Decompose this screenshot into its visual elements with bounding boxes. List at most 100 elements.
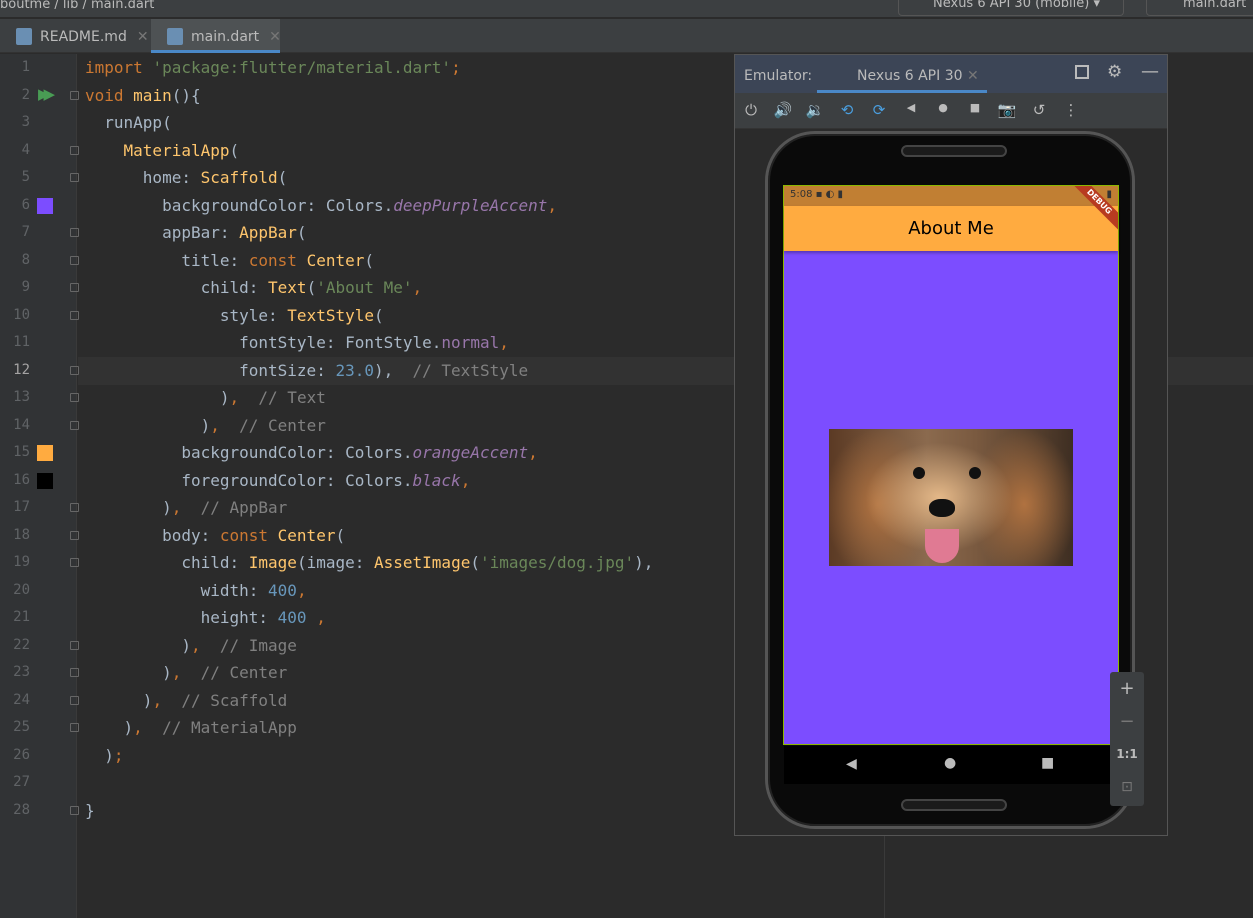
code-token: ) [85, 718, 134, 737]
fold-icon[interactable] [70, 558, 79, 567]
code-token: (){ [171, 85, 201, 105]
code-token: ( [277, 168, 288, 187]
breadcrumb-project[interactable]: boutme [0, 0, 50, 12]
code-token: height: [85, 608, 278, 627]
run-config-selector[interactable]: main.dart [1146, 0, 1253, 16]
code-line: width: 400, [85, 577, 307, 605]
chevron-down-icon: ▾ [1093, 0, 1101, 11]
tab-readme[interactable]: README.md ✕ [0, 19, 150, 53]
rotate-right-icon[interactable]: ⟳ [869, 101, 889, 119]
code-token: // Center [181, 663, 288, 682]
fit-screen-button[interactable]: ⊡ [1110, 771, 1144, 804]
line-number: 24 [13, 691, 30, 708]
volume-up-icon[interactable]: 🔊 [773, 101, 793, 119]
window-mode-icon[interactable] [1075, 65, 1089, 79]
speaker-top [901, 145, 1007, 157]
gear-icon[interactable]: ⚙ [1107, 62, 1122, 82]
power-icon[interactable]: ⏻ [741, 101, 761, 119]
fold-icon[interactable] [70, 255, 79, 265]
code-token: body: [85, 525, 220, 545]
code-token: import [85, 58, 153, 77]
fold-icon[interactable] [70, 90, 79, 100]
back-icon[interactable]: ◀ [846, 756, 857, 772]
run-config-label: main.dart [1183, 0, 1247, 11]
line-number: 4 [21, 141, 30, 158]
minimize-icon[interactable]: — [1141, 61, 1159, 82]
code-token: // Center [219, 415, 326, 435]
code-token: ( [229, 140, 240, 160]
snapshot-icon[interactable]: ↺ [1029, 101, 1049, 119]
overview-icon[interactable]: ■ [1041, 755, 1054, 771]
close-icon[interactable]: ✕ [137, 29, 149, 45]
fold-icon[interactable] [70, 503, 79, 512]
breadcrumb-lib[interactable]: lib [63, 0, 78, 12]
code-token: child: [85, 278, 269, 297]
fold-icon[interactable] [70, 173, 79, 182]
code-token: width: [85, 580, 269, 600]
fold-icon[interactable] [70, 283, 79, 292]
color-swatch-icon[interactable] [37, 445, 53, 461]
run-icon[interactable]: ▶▶ [38, 85, 55, 103]
code-token: appBar: [85, 223, 240, 242]
line-number: 3 [21, 114, 30, 130]
tab-main-dart[interactable]: main.dart ✕ [151, 19, 281, 53]
color-swatch-icon[interactable] [37, 472, 53, 489]
line-number: 8 [21, 251, 30, 268]
zoom-in-button[interactable]: + [1110, 672, 1144, 705]
code-token: orangeAccent [412, 443, 529, 462]
fold-icon[interactable] [70, 310, 79, 320]
emulator-header: Emulator: Nexus 6 API 30 ✕ ⚙ — [735, 55, 1167, 93]
line-number: 10 [13, 306, 30, 323]
fold-icon[interactable] [70, 668, 79, 677]
dog-tongue [925, 529, 959, 563]
gutter: 1 2 ▶▶ 3 4 5 6 7 8 9 10 11 12 13 14 15 16 17 18 19 20 21 22 23 2… [0, 54, 79, 918]
fold-icon[interactable] [70, 695, 79, 705]
overview-icon[interactable]: ■ [965, 101, 985, 114]
code-token: 400 [277, 608, 307, 627]
code-line: foregroundColor: Colors.black, [85, 467, 470, 495]
fold-icon[interactable] [70, 723, 79, 732]
breadcrumb[interactable]: boutme / lib / main.dart [0, 0, 154, 12]
zoom-actual-size-button[interactable]: 1:1 [1110, 738, 1144, 771]
close-icon[interactable]: ✕ [269, 29, 281, 45]
home-icon[interactable]: ● [933, 101, 953, 114]
zoom-out-button[interactable]: − [1110, 705, 1144, 738]
fold-icon[interactable] [70, 640, 79, 650]
fold-icon[interactable] [70, 393, 79, 402]
fold-icon[interactable] [70, 420, 79, 430]
color-swatch-icon[interactable] [37, 197, 53, 214]
more-icon[interactable]: ⋮ [1061, 101, 1081, 119]
rotate-left-icon[interactable]: ⟲ [837, 101, 857, 119]
fold-icon[interactable] [70, 228, 79, 237]
close-icon[interactable]: ✕ [967, 68, 979, 84]
emulator-panel: Emulator: Nexus 6 API 30 ✕ ⚙ — ⏻ 🔊 🔉 ⟲ ⟳ ◀ ● ■ 📷… [734, 54, 1168, 836]
fold-icon[interactable] [70, 145, 79, 155]
code-token: ( [296, 223, 307, 242]
code-token: ( [470, 553, 480, 572]
volume-down-icon[interactable]: 🔉 [805, 101, 825, 119]
code-token: ( [306, 278, 317, 297]
device-selector[interactable]: Nexus 6 API 30 (mobile) ▾ [898, 0, 1124, 16]
code-line: void main(){ [85, 82, 201, 110]
code-token: home: [85, 168, 201, 187]
fold-icon[interactable] [70, 365, 79, 375]
code-token: ) [85, 498, 172, 517]
fold-icon[interactable] [70, 805, 79, 815]
screenshot-icon[interactable]: 📷 [997, 101, 1017, 119]
code-line: backgroundColor: Colors.deepPurpleAccent… [85, 192, 557, 220]
code-line: child: Image(image: AssetImage('images/d… [85, 549, 653, 577]
fold-icon[interactable] [70, 530, 79, 540]
code-line: fontStyle: FontStyle.normal, [85, 329, 509, 357]
breadcrumb-file[interactable]: main.dart [91, 0, 154, 12]
back-icon[interactable]: ◀ [901, 101, 921, 114]
code-line: ), // Image [85, 632, 297, 660]
code-token: ; [451, 58, 461, 77]
home-icon[interactable]: ● [944, 755, 956, 771]
code-token: 'images/dog.jpg' [479, 553, 635, 572]
code-token: AssetImage [374, 553, 471, 572]
code-token: title: [85, 250, 249, 270]
device-screen[interactable]: 5:08 ▪ ◐ ▮ ▮ About Me DEBUG ◀ ● ■ [783, 185, 1120, 784]
tab-emulator-device[interactable]: Nexus 6 API 30 ✕ [817, 61, 987, 93]
code-token: } [85, 800, 95, 820]
line-number: 18 [13, 526, 30, 543]
